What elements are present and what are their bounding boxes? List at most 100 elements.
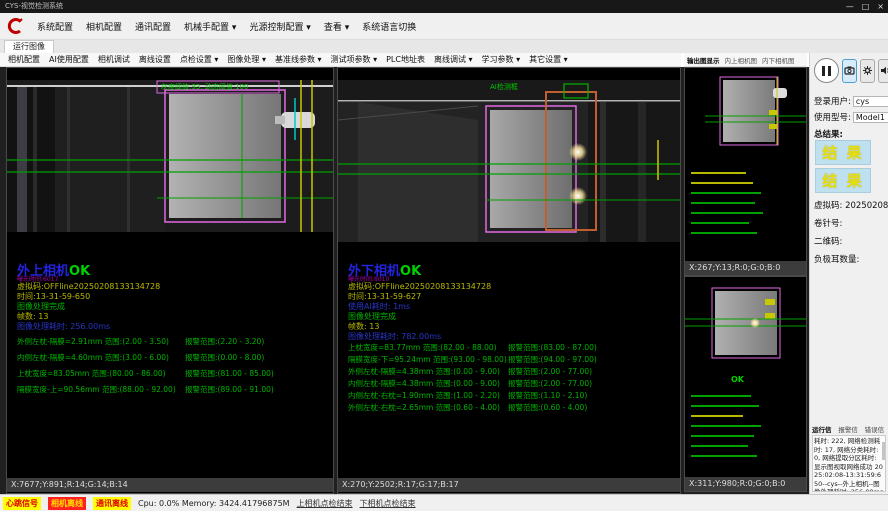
model-value[interactable]: Model1 <box>853 112 888 123</box>
measurement-value: 内侧左枕-隔膜=4.38mm 范围:(0.00 - 9.00) <box>348 378 508 390</box>
camera-left-cursor-coords: X:7677;Y:891;R:14;G:14;B:14 <box>7 478 333 492</box>
mini-view-lower[interactable]: OK X:311;Y:980;R:0;G:0;B:0 <box>684 276 807 492</box>
tab-inner-lower-camera[interactable]: 内下相机图 <box>762 55 795 65</box>
minimize-button[interactable]: — <box>846 0 854 13</box>
measurement-value: 上枕宽度=83.77mm 范围:(82.00 - 88.00) <box>348 342 508 354</box>
control-panel: 登录用户: cys 使用型号: Model1 总结果: 结 果 结 果 虚拟码:… <box>809 53 888 494</box>
toolbar-camera-debug[interactable]: 相机调试 <box>98 54 130 65</box>
measurement-value: 内侧左枕-隔膜=4.60mm 范围:(3.00 - 6.00) <box>17 352 185 368</box>
login-user-value[interactable]: cys <box>853 96 888 107</box>
toolbar-other-setting[interactable]: 其它设置 ▾ <box>529 54 568 65</box>
measurement-value: 隔膜宽度-上=90.56mm 范围:(88.00 - 92.00) <box>17 384 185 400</box>
toolbar-ai-config[interactable]: AI使用配置 <box>49 54 89 65</box>
toolbar-test-params[interactable]: 测试项参数 ▾ <box>331 54 378 65</box>
cpu-memory-status: Cpu: 0.0% Memory: 3424.41796875M <box>138 499 290 508</box>
toolbar-learn-params[interactable]: 学习参数 ▾ <box>482 54 521 65</box>
tab-strip <box>0 40 888 53</box>
result-box-lower: 结 果 <box>815 168 871 193</box>
anode-tab-count-label: 负极耳数量: <box>814 253 859 265</box>
alarm-range: 报警范围:(2.20 - 3.20) <box>185 336 264 352</box>
camera-left-measurements: 外侧左枕-隔膜=2.91mm 范围:(2.00 - 3.50) 报警范围:(2.… <box>17 336 329 400</box>
toolbar-offline-setting[interactable]: 离线设置 <box>139 54 171 65</box>
measurement-row: 外侧左枕-隔膜=4.38mm 范围:(0.00 - 9.00) 报警范围:(2.… <box>348 366 660 378</box>
winding-pin-label: 卷针号: <box>814 217 842 229</box>
menu-item-comm-config[interactable]: 通讯配置 <box>135 20 171 33</box>
total-result-label: 总结果: <box>814 128 843 140</box>
alarm-range: 报警范围:(0.60 - 4.00) <box>508 402 587 414</box>
camera-mid-result: OK <box>400 264 421 279</box>
alarm-range: 报警范围:(94.00 - 97.00) <box>508 354 597 366</box>
mini-view-upper-image <box>685 70 806 160</box>
window-title: CYS-视觉检测系统 <box>5 2 63 10</box>
ai-box-overlay-text: AI检测框 <box>490 82 518 92</box>
sound-button[interactable] <box>878 59 888 83</box>
menu-item-robot-config[interactable]: 机械手配置 ▾ <box>184 20 236 33</box>
right-view-tabs: 输出图显示 内上相机图 内下相机图 <box>684 53 807 67</box>
toolbar-camera-config[interactable]: 相机配置 <box>8 54 40 65</box>
menu-item-language[interactable]: 系统语言切换 <box>362 20 416 33</box>
measurement-row: 内侧左枕-隔膜=4.60mm 范围:(3.00 - 6.00) 报警范围:(0.… <box>17 352 329 368</box>
measurement-row: 外侧左枕-隔膜=2.91mm 范围:(2.00 - 3.50) 报警范围:(2.… <box>17 336 329 352</box>
control-buttons <box>814 58 888 83</box>
toolbar-plc-table[interactable]: PLC地址表 <box>386 54 425 65</box>
tab-output-image[interactable]: 输出图显示 <box>687 55 720 65</box>
alarm-range: 报警范围:(83.00 - 87.00) <box>508 342 597 354</box>
alarm-range: 报警范围:(1.10 - 2.10) <box>508 390 587 402</box>
mini-view-lower-result: OK <box>731 375 744 384</box>
measurement-value: 外侧左枕-隔膜=2.91mm 范围:(2.00 - 3.50) <box>17 336 185 352</box>
camera-feed-left-image <box>7 80 333 232</box>
camera-feed-outer-lower[interactable] <box>338 80 680 246</box>
measurement-row: 内侧左枕-隔膜=4.38mm 范围:(0.00 - 9.00) 报警范围:(2.… <box>348 378 660 390</box>
model-row: 使用型号: Model1 <box>814 111 888 123</box>
measurement-row: 外侧左枕-右枕=2.65mm 范围:(0.60 - 4.00) 报警范围:(0.… <box>348 402 660 414</box>
menu-item-view[interactable]: 查看 ▾ <box>324 20 349 33</box>
run-log-text: 耗时: 222, 网络检测耗时: 17, 网络分类耗时: 0, 网络提取分区耗时… <box>814 437 883 492</box>
measurement-value: 隔膜宽度-下=95.24mm 范围:(93.00 - 98.00) <box>348 354 508 366</box>
toolbar-offline-debug[interactable]: 离线调试 ▾ <box>434 54 473 65</box>
alarm-range: 报警范围:(0.00 - 8.00) <box>185 352 264 368</box>
camera-mid-elapsed: 图像处理耗时: 782.00ms <box>348 331 441 342</box>
settings-button[interactable] <box>860 59 875 83</box>
camera-offline-badge: 相机离线 <box>48 497 86 510</box>
close-button[interactable]: × <box>877 0 884 13</box>
camera-feed-outer-upper[interactable] <box>7 80 333 236</box>
menu-bar: 系统配置 相机配置 通讯配置 机械手配置 ▾ 光源控制配置 ▾ 查看 ▾ 系统语… <box>0 13 888 40</box>
login-user-label: 登录用户: <box>814 95 851 107</box>
log-scrollbar[interactable] <box>882 442 885 460</box>
pause-button[interactable] <box>814 58 839 83</box>
measurement-row: 上枕宽度=83.05mm 范围:(80.00 - 86.00) 报警范围:(81… <box>17 368 329 384</box>
camera-view-button[interactable] <box>842 59 857 83</box>
speaker-icon <box>880 65 888 76</box>
toolbar-spotcheck-setting[interactable]: 点检设置 ▾ <box>180 54 219 65</box>
mini-view-upper-coords: X:267;Y:13;R:0;G:0;B:0 <box>685 261 806 275</box>
menu-item-light-config[interactable]: 光源控制配置 ▾ <box>249 20 310 33</box>
mini-view-upper[interactable]: X:267;Y:13;R:0;G:0;B:0 <box>684 67 807 276</box>
comm-offline-badge: 通讯离线 <box>93 497 131 510</box>
content-area: 灰度阈值:93, 动态阈值:100 外上相机OK 曝光时间:6017 虚拟码:O… <box>0 67 888 494</box>
measurement-row: 上枕宽度=83.77mm 范围:(82.00 - 88.00) 报警范围:(83… <box>348 342 660 354</box>
toolbar-baseline-params[interactable]: 基准线参数 ▾ <box>275 54 322 65</box>
maximize-button[interactable]: □ <box>862 0 870 13</box>
lower-camera-check-link[interactable]: 下相机点检结束 <box>360 498 416 509</box>
alarm-range: 报警范围:(89.00 - 91.00) <box>185 384 274 400</box>
app-window: CYS-视觉检测系统 — □ × 系统配置 相机配置 通讯配置 机械手配置 ▾ … <box>0 0 888 522</box>
tab-inner-upper-camera[interactable]: 内上相机图 <box>725 55 758 65</box>
menu-item-camera-config[interactable]: 相机配置 <box>86 20 122 33</box>
login-user-row: 登录用户: cys <box>814 95 888 107</box>
run-log[interactable]: 耗时: 222, 网络检测耗时: 17, 网络分类耗时: 0, 网络提取分区耗时… <box>812 435 886 492</box>
virtual-barcode-label: 虚拟码: 20250208 <box>814 199 888 211</box>
gear-icon <box>862 65 873 76</box>
tab-run-image[interactable]: 运行图像 <box>4 40 54 53</box>
toolbar-image-process[interactable]: 图像处理 ▾ <box>227 54 266 65</box>
camera-left-elapsed: 图像处理耗时: 256.00ms <box>17 321 110 332</box>
menu-item-system-config[interactable]: 系统配置 <box>37 20 73 33</box>
qr-code-label: 二维码: <box>814 235 842 247</box>
result-box-upper: 结 果 <box>815 140 871 165</box>
mini-view-lower-coords: X:311;Y:980;R:0;G:0;B:0 <box>685 477 806 491</box>
mini-log-lines <box>685 387 806 457</box>
upper-camera-check-link[interactable]: 上相机点检结束 <box>297 498 353 509</box>
camera-panel-outer-upper: 灰度阈值:93, 动态阈值:100 外上相机OK 曝光时间:6017 虚拟码:O… <box>6 67 334 494</box>
toolbar: 相机配置 AI使用配置 相机调试 离线设置 点检设置 ▾ 图像处理 ▾ 基准线参… <box>0 53 681 67</box>
camera-mid-cursor-coords: X:270;Y:2502;R:17;G:17;B:17 <box>338 478 680 492</box>
measurement-row: 隔膜宽度-下=95.24mm 范围:(93.00 - 98.00) 报警范围:(… <box>348 354 660 366</box>
